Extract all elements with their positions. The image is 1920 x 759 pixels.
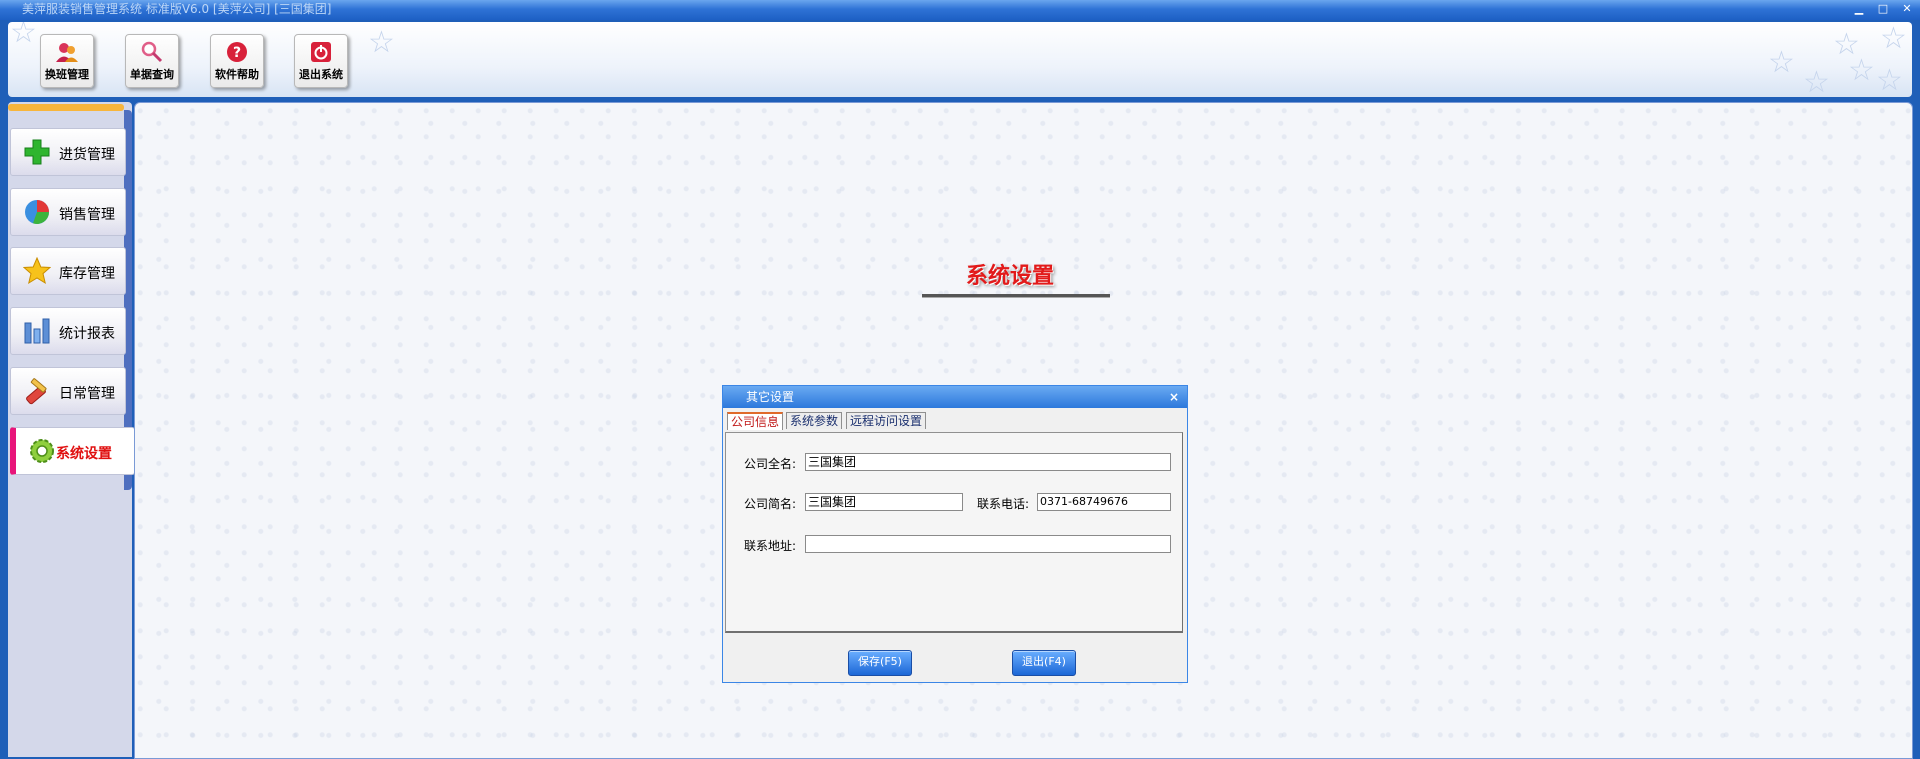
company-full-name-input[interactable]	[805, 453, 1171, 471]
save-button[interactable]: 保存(F5)	[848, 650, 912, 676]
toolbar-button-label: 换班管理	[45, 68, 89, 81]
exit-dialog-button[interactable]: 退出(F4)	[1012, 650, 1076, 676]
star-decoration-icon: ☆	[368, 25, 395, 60]
star-decoration-icon: ☆	[1848, 53, 1875, 88]
close-window-button[interactable]: ✕	[1900, 2, 1914, 16]
bar-chart-icon	[24, 318, 50, 344]
sidebar-item-system-settings[interactable]: 系统设置	[10, 427, 135, 475]
exit-system-button[interactable]: 退出系统	[294, 34, 348, 88]
minimize-button[interactable]: ▁	[1852, 2, 1866, 16]
tab-content: 公司全名: 公司简名: 联系电话: 联系地址:	[725, 432, 1183, 633]
window-titlebar: 美萍服装销售管理系统 标准版V6.0 [美萍公司] [三国集团] ▁ □ ✕	[0, 0, 1920, 20]
tab-company-info[interactable]: 公司信息	[727, 412, 784, 430]
dialog-tabs: 公司信息 系统参数 远程访问设置	[723, 412, 1187, 430]
sidebar-item-inventory[interactable]: 库存管理	[10, 247, 126, 295]
sidebar-item-label: 日常管理	[59, 386, 115, 402]
phone-input[interactable]	[1037, 493, 1171, 511]
window-controls: ▁ □ ✕	[1852, 2, 1914, 16]
gear-icon	[30, 439, 54, 463]
software-help-button[interactable]: ? 软件帮助	[210, 34, 264, 88]
sidebar-item-sales[interactable]: 销售管理	[10, 188, 126, 236]
star-decoration-icon: ☆	[10, 22, 37, 50]
green-plus-icon	[24, 139, 50, 165]
other-settings-dialog: 其它设置 × 公司信息 系统参数 远程访问设置 公司全名: 公司简名: 联系电话…	[722, 385, 1188, 683]
tab-system-params[interactable]: 系统参数	[786, 412, 843, 429]
pie-chart-icon	[25, 200, 49, 224]
users-icon	[56, 43, 78, 62]
company-short-name-input[interactable]	[805, 493, 963, 511]
phone-label: 联系电话:	[977, 497, 1030, 511]
toolbar-button-label: 单据查询	[130, 68, 174, 81]
star-decoration-icon: ☆	[1768, 45, 1795, 80]
sidebar-top-stripe	[8, 104, 124, 111]
toolbar-button-label: 软件帮助	[215, 68, 259, 81]
star-decoration-icon: ☆	[1803, 65, 1830, 98]
tools-icon	[26, 378, 47, 405]
dialog-close-button[interactable]: ×	[1169, 386, 1179, 408]
address-input[interactable]	[805, 535, 1171, 553]
search-icon	[141, 41, 163, 63]
main-toolbar: ☆ ☆ ☆ ☆ ☆ ☆ ☆ ☆ 换班管理 单据查询 ? 软件帮助 退出系统	[8, 22, 1912, 97]
page-title-underline	[922, 294, 1110, 298]
maximize-button[interactable]: □	[1876, 2, 1890, 16]
toolbar-button-label: 退出系统	[299, 68, 343, 81]
company-short-name-label: 公司简名:	[744, 497, 797, 511]
document-query-button[interactable]: 单据查询	[125, 34, 179, 88]
sidebar-item-label: 库存管理	[59, 266, 115, 282]
sidebar: 进货管理 销售管理 库存管理 统计报表 日常管理 系统设置	[8, 102, 135, 757]
sidebar-item-label: 系统设置	[56, 446, 112, 462]
sidebar-item-label: 进货管理	[59, 147, 115, 163]
sidebar-item-label: 销售管理	[59, 207, 115, 223]
tab-remote-access[interactable]: 远程访问设置	[846, 412, 927, 429]
company-full-name-label: 公司全名:	[744, 457, 797, 471]
dialog-title: 其它设置	[746, 390, 795, 404]
power-icon	[311, 42, 331, 62]
page-title: 系统设置	[966, 264, 1055, 289]
help-icon: ?	[227, 42, 247, 62]
sidebar-item-purchase[interactable]: 进货管理	[10, 128, 126, 176]
sidebar-item-reports[interactable]: 统计报表	[10, 307, 126, 355]
star-decoration-icon: ☆	[1876, 63, 1903, 97]
svg-text:?: ?	[233, 45, 241, 61]
star-decoration-icon: ☆	[1880, 22, 1907, 56]
address-label: 联系地址:	[744, 539, 797, 553]
star-icon	[23, 257, 51, 285]
sidebar-item-daily[interactable]: 日常管理	[10, 367, 126, 415]
sidebar-item-label: 统计报表	[59, 326, 115, 342]
window-title: 美萍服装销售管理系统 标准版V6.0 [美萍公司] [三国集团]	[22, 2, 332, 16]
shift-management-button[interactable]: 换班管理	[40, 34, 94, 88]
dialog-titlebar: 其它设置 ×	[723, 386, 1187, 408]
